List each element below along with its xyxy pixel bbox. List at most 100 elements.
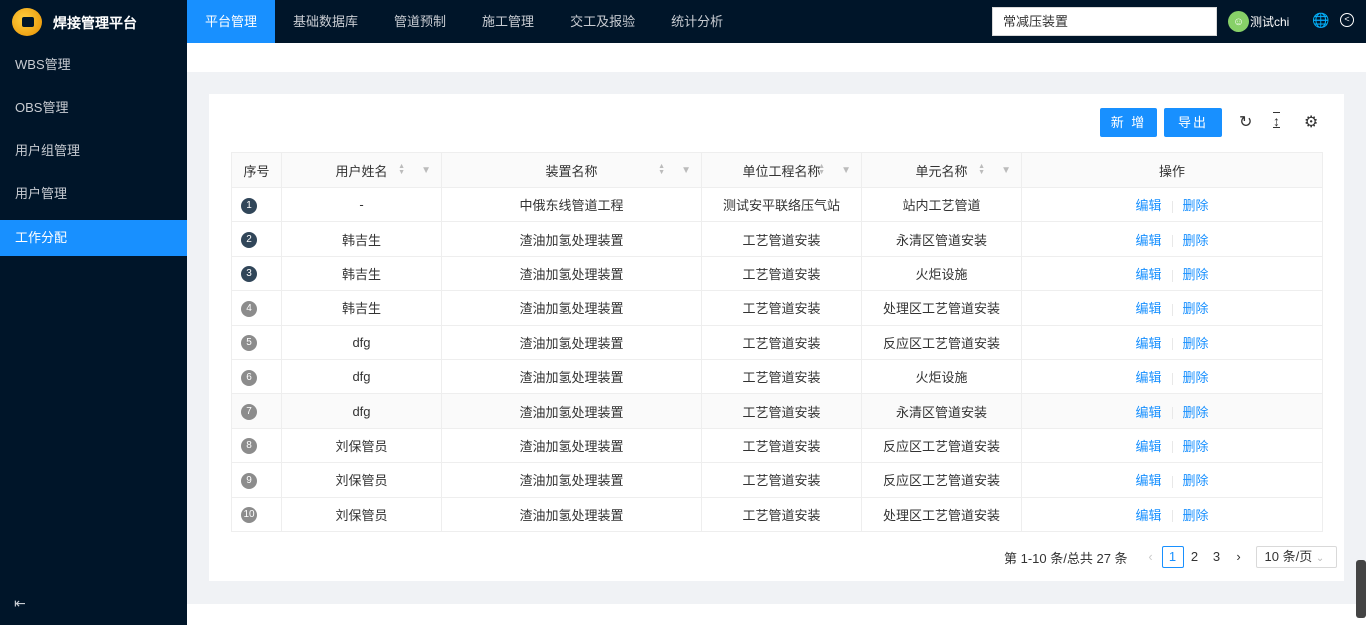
sidebar-item[interactable]: WBS管理 <box>0 47 187 83</box>
index-badge: 3 <box>241 266 257 283</box>
column-header: 操作 <box>1021 152 1323 188</box>
sidebar-item[interactable]: 用户组管理 <box>0 133 187 169</box>
refresh-icon[interactable]: ↻ <box>1239 112 1252 132</box>
density-icon[interactable]: ↕ <box>1273 113 1280 129</box>
nav-tab[interactable]: 平台管理 <box>187 0 276 43</box>
nav-tab[interactable]: 施工管理 <box>464 0 552 43</box>
column-header[interactable]: 单元名称 ▲ ▼ ▼ <box>861 152 1022 188</box>
cell-user: 韩吉生 <box>281 221 442 257</box>
edit-link[interactable]: 编辑 <box>1135 370 1161 385</box>
edit-link[interactable]: 编辑 <box>1135 508 1161 523</box>
nav-tab[interactable]: 统计分析 <box>653 0 741 43</box>
sort-icon[interactable]: ▲ ▼ <box>398 163 405 176</box>
edit-link[interactable]: 编辑 <box>1135 267 1161 282</box>
export-button[interactable]: 导出 <box>1164 108 1222 137</box>
index-badge: 8 <box>241 438 257 455</box>
sort-icon[interactable]: ▲ ▼ <box>658 163 665 176</box>
edit-link[interactable]: 编辑 <box>1135 439 1161 454</box>
edit-link[interactable]: 编辑 <box>1135 233 1161 248</box>
divider <box>1171 475 1173 488</box>
cell-unit_project: 工艺管道安装 <box>701 462 862 498</box>
cell-actions: 编辑 删除 <box>1021 393 1323 429</box>
column-header[interactable]: 单位工程名称 ▲ ▼ ▼ <box>701 152 862 188</box>
user-menu[interactable]: ☺ 测试chi <box>1228 11 1289 32</box>
sidebar: ⇤ WBS管理 OBS管理用户组管理用户管理工作分配 <box>0 43 187 625</box>
column-title: 序号 <box>243 163 270 179</box>
delete-link[interactable]: 删除 <box>1183 439 1209 454</box>
cell-actions: 编辑 删除 <box>1021 427 1323 464</box>
nav-tab[interactable]: 交工及报验 <box>552 0 653 43</box>
divider <box>1171 441 1173 454</box>
cell-user: 刘保管员 <box>281 496 442 532</box>
cell-unit: 反应区工艺管道安装 <box>861 462 1022 498</box>
globe-icon[interactable]: 🌐 <box>1312 12 1329 29</box>
edit-link[interactable]: 编辑 <box>1135 336 1161 351</box>
cell-index: 10 <box>231 496 282 532</box>
page-button[interactable]: 2 <box>1184 546 1206 568</box>
column-header[interactable]: 用户姓名 ▲ ▼ ▼ <box>281 152 442 188</box>
scrollbar[interactable] <box>1356 560 1366 618</box>
divider <box>1171 303 1173 316</box>
delete-link[interactable]: 删除 <box>1183 233 1209 248</box>
delete-link[interactable]: 删除 <box>1183 508 1209 523</box>
cell-index: 9 <box>231 462 282 498</box>
column-header: 序号 <box>231 152 282 188</box>
data-table: 序号 用户姓名 ▲ ▼ ▼ 装置名称 ▲ ▼ ▼ 单位工程名称 ▲ ▼ ▼ 单元名称 ▲ ▼ ▼ 操作 1- 中俄东… <box>231 152 1323 532</box>
delete-link[interactable]: 删除 <box>1183 267 1209 282</box>
column-header[interactable]: 装置名称 ▲ ▼ ▼ <box>441 152 702 188</box>
delete-link[interactable]: 删除 <box>1183 198 1209 213</box>
nav-tab[interactable]: 基础数据库 <box>275 0 376 43</box>
index-badge: 2 <box>241 232 257 249</box>
delete-link[interactable]: 删除 <box>1183 473 1209 488</box>
top-bar: 焊接管理平台 平台管理 基础数据库 管道预制 施工管理 交工及报验 统计分析 常减压装置 … <box>0 0 1366 43</box>
cell-actions: 编辑 删除 <box>1021 221 1323 257</box>
filter-icon[interactable]: ▼ <box>421 165 431 176</box>
sort-icon[interactable]: ▲ ▼ <box>818 163 825 176</box>
sidebar-item[interactable]: OBS管理 <box>0 90 187 126</box>
sidebar-item[interactable]: 工作分配 <box>0 220 187 256</box>
cell-actions: 编辑 删除 <box>1021 462 1323 498</box>
table-row: 4 韩吉生 渣油加氢处理装置 工艺管道安装 处理区工艺管道安装 编辑 删除 <box>231 290 1323 326</box>
prev-page-icon[interactable]: ‹ <box>1140 546 1162 568</box>
index-badge: 7 <box>241 404 257 421</box>
sidebar-item[interactable]: 用户管理 <box>0 176 187 212</box>
edit-link[interactable]: 编辑 <box>1135 301 1161 316</box>
cell-actions: 编辑 删除 <box>1021 186 1323 223</box>
footer-strip <box>187 604 1366 625</box>
divider <box>1171 200 1173 213</box>
collapse-menu-icon[interactable]: ⇤ <box>14 595 26 612</box>
page-size-select[interactable]: 10 条/页 ⌄ <box>1255 546 1337 568</box>
filter-icon[interactable]: ▼ <box>841 165 851 176</box>
nav-tab[interactable]: 管道预制 <box>376 0 464 43</box>
table-row: 8 刘保管员 渣油加氢处理装置 工艺管道安装 反应区工艺管道安装 编辑 删除 <box>231 427 1323 464</box>
page-button[interactable]: 1 <box>1161 546 1184 568</box>
add-button[interactable]: 新 增 <box>1100 108 1157 137</box>
cell-device: 渣油加氢处理装置 <box>441 427 702 464</box>
cell-actions: 编辑 删除 <box>1021 496 1323 532</box>
filter-icon[interactable]: ▼ <box>681 165 691 176</box>
cell-actions: 编辑 删除 <box>1021 358 1323 395</box>
sort-icon[interactable]: ▲ ▼ <box>978 163 985 176</box>
page-button[interactable]: 3 <box>1206 546 1228 568</box>
cell-unit: 处理区工艺管道安装 <box>861 290 1022 326</box>
delete-link[interactable]: 删除 <box>1183 301 1209 316</box>
edit-link[interactable]: 编辑 <box>1135 405 1161 420</box>
delete-link[interactable]: 删除 <box>1183 336 1209 351</box>
filter-icon[interactable]: ▼ <box>1001 165 1011 176</box>
edit-link[interactable]: 编辑 <box>1135 198 1161 213</box>
cell-unit_project: 工艺管道安装 <box>701 393 862 429</box>
cell-unit_project: 工艺管道安装 <box>701 427 862 464</box>
project-select[interactable]: 常减压装置 <box>992 7 1217 36</box>
cell-device: 中俄东线管道工程 <box>441 186 702 223</box>
cell-user: 韩吉生 <box>281 255 442 292</box>
next-page-icon[interactable]: › <box>1228 546 1250 568</box>
delete-link[interactable]: 删除 <box>1183 405 1209 420</box>
edit-link[interactable]: 编辑 <box>1135 473 1161 488</box>
delete-link[interactable]: 删除 <box>1183 370 1209 385</box>
user-name: 测试chi <box>1250 15 1290 29</box>
page-size-value: 10 条/页 <box>1264 549 1313 564</box>
cell-unit: 永清区管道安装 <box>861 221 1022 257</box>
logout-icon[interactable]: < <box>1340 13 1354 27</box>
index-badge: 6 <box>241 369 257 386</box>
settings-icon[interactable]: ⚙ <box>1304 112 1318 132</box>
